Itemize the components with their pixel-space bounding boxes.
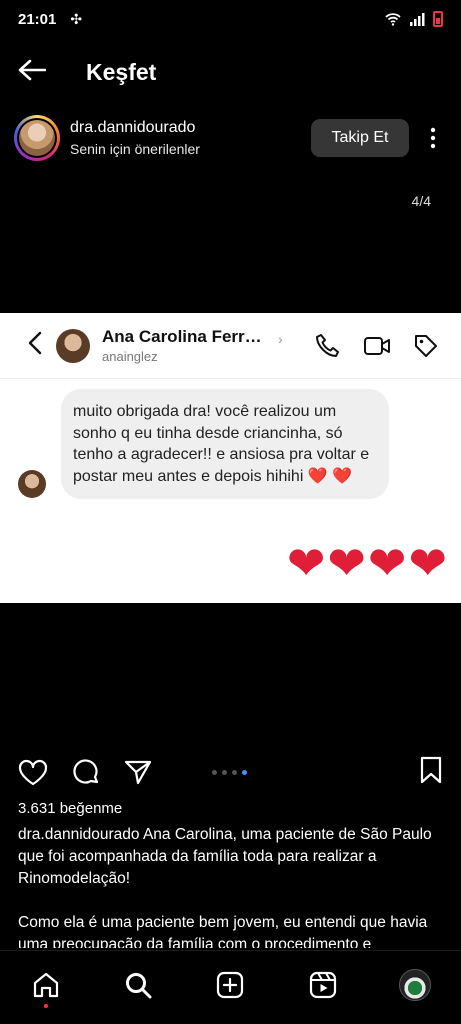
heart-icon <box>18 759 48 785</box>
follow-button[interactable]: Takip Et <box>311 119 409 157</box>
caption-text: dra.dannidourado Ana Carolina, uma pacie… <box>18 826 432 887</box>
chat-back-icon <box>0 331 56 360</box>
carousel-dot <box>222 770 227 775</box>
home-icon <box>33 972 59 997</box>
fan-icon: ✣ <box>70 10 83 27</box>
message-bubble: muito obrigada dra! você realizou um son… <box>61 389 389 499</box>
more-vertical-icon <box>430 127 436 149</box>
chevron-right-icon: › <box>278 330 283 347</box>
status-time: 21:01 <box>18 10 57 28</box>
author-avatar <box>19 120 55 156</box>
suggested-label: Senin için önerilenler <box>70 141 200 157</box>
tag-icon <box>415 334 437 357</box>
bookmark-icon <box>420 756 442 783</box>
caption-text: Como ela é uma paciente bem jovem, eu en… <box>18 914 428 948</box>
carousel-dot-active <box>242 770 247 775</box>
video-icon <box>364 336 390 355</box>
like-button[interactable] <box>18 759 48 786</box>
nav-create[interactable] <box>210 965 250 1005</box>
like-count[interactable]: 3.631 beğenme <box>18 800 122 817</box>
status-icons <box>385 11 443 27</box>
phone-icon <box>316 333 339 357</box>
post-image[interactable]: Ana Carolina Ferr… anainglez › muito obr… <box>0 313 461 603</box>
post-actions <box>0 754 461 790</box>
share-icon <box>124 760 152 785</box>
carousel-indicator <box>212 770 247 775</box>
comment-icon <box>73 759 99 784</box>
contact-name: Ana Carolina Ferr… <box>102 327 262 346</box>
chat-header: Ana Carolina Ferr… anainglez › <box>0 313 461 379</box>
reels-icon <box>309 971 336 998</box>
notification-dot <box>44 1003 49 1008</box>
create-icon <box>217 971 244 998</box>
back-button[interactable] <box>0 59 60 86</box>
post-caption: dra.dannidourado Ana Carolina, uma pacie… <box>18 824 450 948</box>
author-username[interactable]: dra.dannidourado <box>70 119 200 137</box>
signal-icon <box>410 13 425 26</box>
profile-avatar <box>398 968 431 1001</box>
carousel-dot <box>212 770 217 775</box>
contact-avatar <box>56 328 90 363</box>
save-button[interactable] <box>419 756 443 789</box>
carousel-counter: 4/4 <box>411 193 431 209</box>
message-row: muito obrigada dra! você realizou um son… <box>18 389 389 499</box>
battery-icon <box>433 11 443 27</box>
comment-button[interactable] <box>72 758 100 786</box>
hearts-message: ❤❤❤❤ <box>286 537 449 589</box>
back-arrow-icon <box>18 59 47 80</box>
status-bar: 21:01 ✣ <box>0 0 461 38</box>
carousel-dot <box>232 770 237 775</box>
wifi-icon <box>385 13 401 26</box>
nav-search[interactable] <box>118 965 158 1005</box>
nav-reels[interactable] <box>303 965 343 1005</box>
bottom-nav <box>0 950 461 1024</box>
search-icon <box>126 972 152 998</box>
nav-home[interactable] <box>26 965 66 1008</box>
header: Keşfet <box>0 50 461 94</box>
page-title: Keşfet <box>86 58 157 85</box>
share-button[interactable] <box>124 759 152 785</box>
post-author-row: dra.dannidourado Senin için önerilenler … <box>0 114 461 162</box>
story-ring[interactable] <box>14 115 60 161</box>
sender-avatar <box>18 470 46 498</box>
contact-handle: anainglez <box>102 349 158 364</box>
nav-profile[interactable] <box>395 965 435 1005</box>
more-options-button[interactable] <box>419 127 447 149</box>
